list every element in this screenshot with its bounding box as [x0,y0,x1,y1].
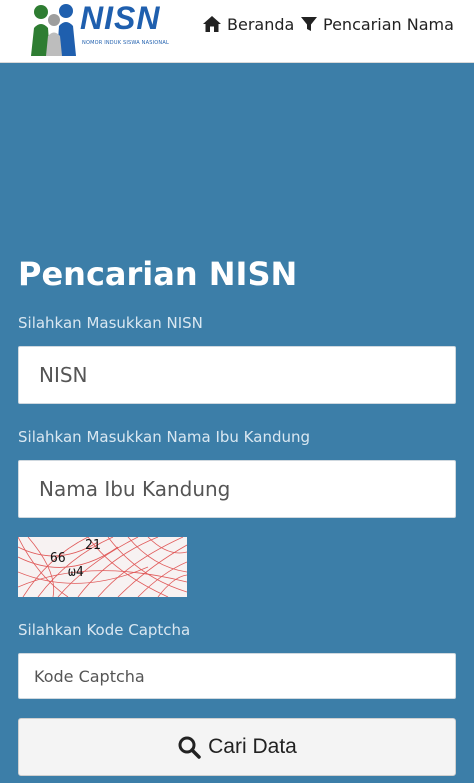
nama-ibu-label: Silahkan Masukkan Nama Ibu Kandung [18,428,311,446]
nav-pencarian-nama-label: Pencarian Nama [323,14,454,34]
search-icon [178,736,201,759]
nama-ibu-input[interactable] [18,460,456,518]
cari-data-label: Cari Data [208,735,297,758]
captcha-noise-lines [18,537,187,597]
captcha-char-2: 21 [85,538,101,553]
nisn-input[interactable] [18,346,456,404]
nav-pencarian-nama[interactable]: Pencarian Nama [300,12,454,36]
captcha-label: Silahkan Kode Captcha [18,621,191,639]
nisn-logo[interactable]: NISN NOMOR INDUK SISWA NASIONAL [28,0,169,56]
captcha-char-1: 66 [50,551,66,566]
logo-subtitle: NOMOR INDUK SISWA NASIONAL [82,40,169,46]
cari-data-button[interactable]: Cari Data [18,718,456,776]
nav-beranda[interactable]: Beranda [202,12,294,36]
top-navbar: NISN NOMOR INDUK SISWA NASIONAL Beranda … [0,0,474,63]
nisn-label: Silahkan Masukkan NISN [18,314,203,332]
nav-beranda-label: Beranda [227,14,295,34]
students-logo-icon [31,4,76,56]
captcha-char-3: ω4 [68,565,84,580]
captcha-image: 66 21 ω4 [18,537,187,597]
page-title: Pencarian NISN [18,255,298,293]
captcha-input[interactable] [18,653,456,699]
filter-icon [301,17,317,31]
home-icon [203,16,221,32]
logo-text: NISN [80,0,161,36]
